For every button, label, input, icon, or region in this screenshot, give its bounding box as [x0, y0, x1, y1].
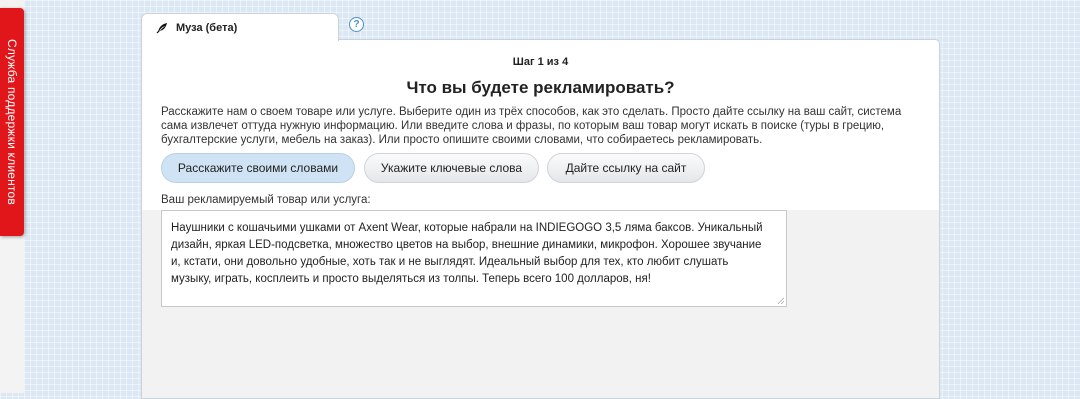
- product-field-label: Ваш рекламируемый товар или услуга:: [161, 194, 371, 206]
- help-icon[interactable]: ?: [349, 17, 364, 32]
- tab-bar: Муза (бета) ?: [141, 12, 364, 41]
- product-description-textarea[interactable]: Наушники с кошачьими ушками от Axent Wea…: [161, 210, 787, 307]
- keywords-button[interactable]: Укажите ключевые слова: [364, 153, 539, 183]
- site-link-button[interactable]: Дайте ссылку на сайт: [547, 153, 705, 183]
- page-title: Что вы будете рекламировать?: [406, 78, 675, 97]
- wizard-panel: Шаг 1 из 4 Что вы будете рекламировать? …: [141, 39, 940, 399]
- feather-icon: [156, 22, 168, 34]
- step-indicator: Шаг 1 из 4: [512, 56, 569, 68]
- tab-muza[interactable]: Муза (бета): [141, 13, 339, 41]
- describe-in-words-button[interactable]: Расскажите своими словами: [161, 153, 355, 183]
- intro-text: Расскажите нам о своем товаре или услуге…: [161, 106, 902, 146]
- resize-handle-icon[interactable]: [777, 297, 784, 304]
- product-description-text[interactable]: Наушники с кошачьими ушками от Axent Wea…: [171, 220, 771, 288]
- tab-muza-label: Муза (бета): [176, 21, 238, 34]
- support-tab-label: Служба поддержки клиентов: [5, 39, 19, 205]
- support-tab[interactable]: Служба поддержки клиентов: [0, 8, 24, 236]
